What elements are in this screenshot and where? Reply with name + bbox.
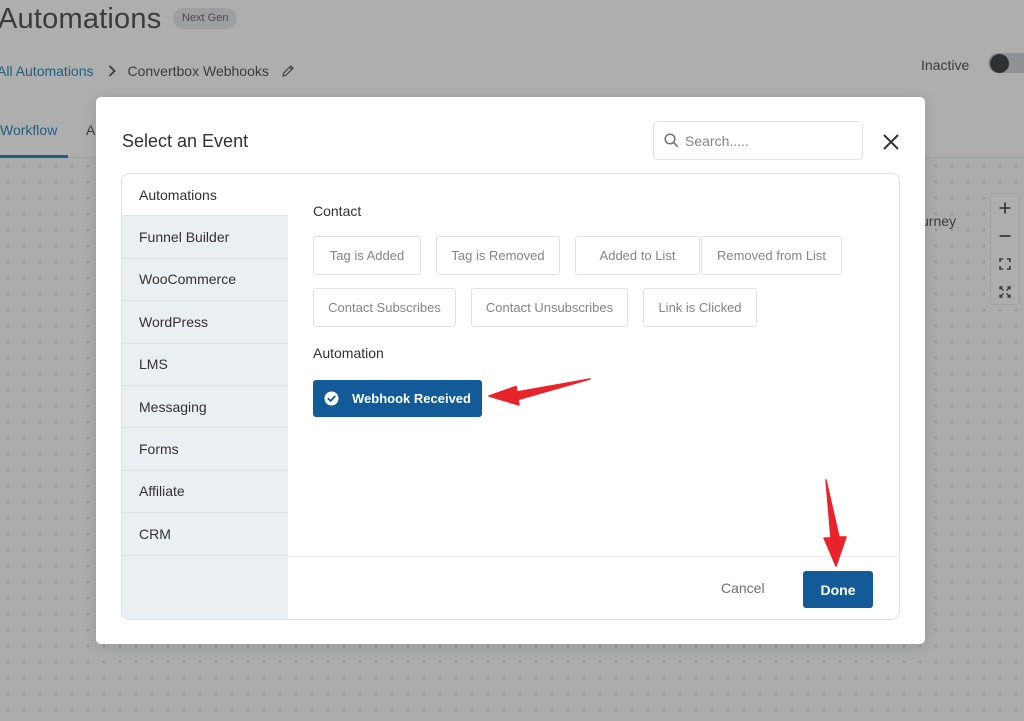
sidebar-item-automations[interactable]: Automations [122, 174, 288, 217]
modal-footer: Cancel Done [288, 556, 899, 619]
event-added-to-list[interactable]: Added to List [575, 236, 700, 275]
sidebar-item-woocommerce[interactable]: WooCommerce [122, 258, 288, 302]
sidebar-item-forms[interactable]: Forms [122, 428, 288, 471]
search-icon [664, 133, 679, 148]
cancel-button[interactable]: Cancel [721, 580, 765, 596]
section-title-contact: Contact [313, 203, 362, 219]
category-sidebar: Automations Funnel Builder WooCommerce W… [122, 174, 288, 619]
event-tag-is-removed[interactable]: Tag is Removed [436, 236, 560, 275]
event-tag-is-added[interactable]: Tag is Added [313, 236, 421, 275]
event-search-box[interactable] [653, 121, 863, 160]
event-webhook-received-label: Webhook Received [352, 391, 471, 406]
sidebar-item-affiliate[interactable]: Affiliate [122, 470, 288, 514]
sidebar-item-funnel-builder[interactable]: Funnel Builder [122, 216, 288, 259]
event-contact-unsubscribes[interactable]: Contact Unsubscribes [471, 288, 628, 327]
event-removed-from-list[interactable]: Removed from List [701, 236, 842, 275]
sidebar-item-messaging[interactable]: Messaging [122, 385, 288, 429]
section-title-automation: Automation [313, 345, 384, 361]
event-contact-subscribes[interactable]: Contact Subscribes [313, 288, 456, 327]
sidebar-item-lms[interactable]: LMS [122, 343, 288, 386]
event-list: Contact Tag is Added Tag is Removed Adde… [288, 174, 899, 556]
done-button[interactable]: Done [803, 571, 873, 608]
sidebar-item-wordpress[interactable]: WordPress [122, 301, 288, 344]
check-circle-icon [324, 391, 339, 406]
sidebar-item-crm[interactable]: CRM [122, 513, 288, 556]
event-picker-panel: Automations Funnel Builder WooCommerce W… [121, 173, 900, 620]
event-link-is-clicked[interactable]: Link is Clicked [643, 288, 757, 327]
close-icon[interactable] [880, 131, 902, 153]
modal-title: Select an Event [122, 131, 249, 151]
select-event-modal: Select an Event Automations Funnel Build… [96, 97, 925, 644]
event-webhook-received[interactable]: Webhook Received [313, 380, 482, 417]
search-input[interactable] [685, 131, 855, 151]
